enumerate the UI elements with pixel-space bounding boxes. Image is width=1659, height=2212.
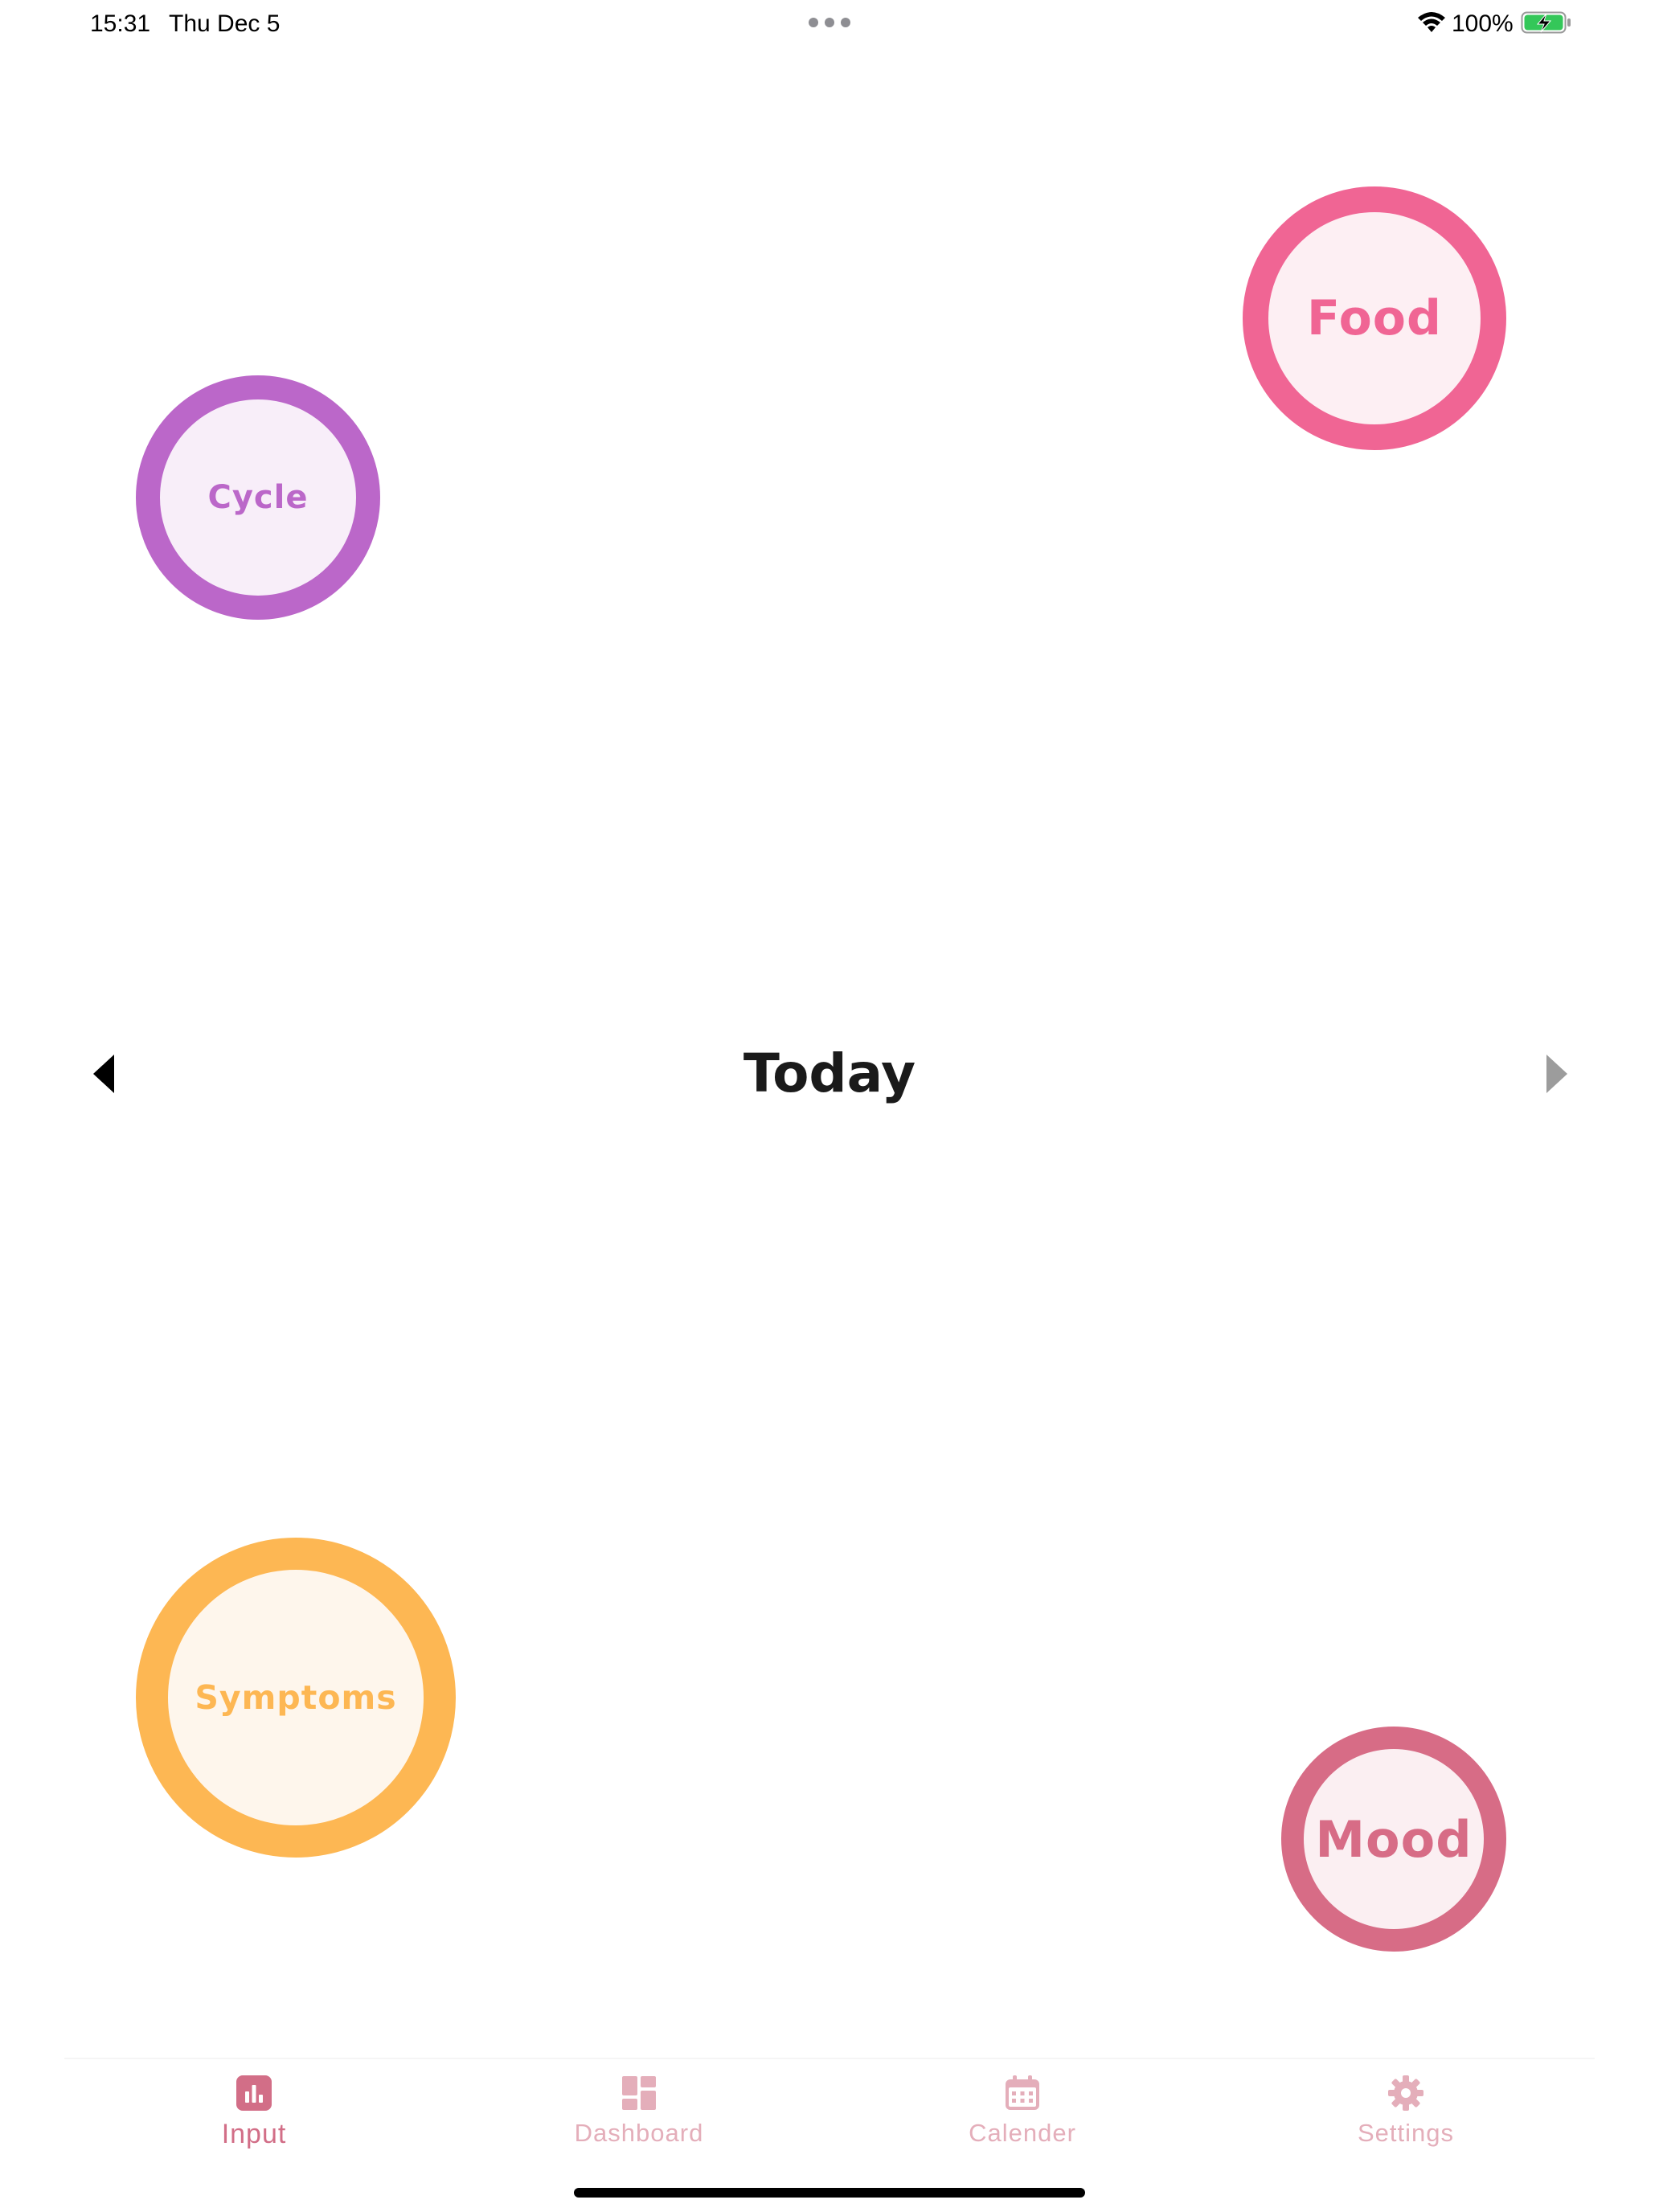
date-title: Today: [743, 1043, 916, 1104]
triangle-right-icon: [1546, 1055, 1567, 1093]
gear-icon: [1388, 2075, 1423, 2111]
tab-dashboard[interactable]: Dashboard: [518, 2071, 760, 2159]
symptoms-button[interactable]: Symptoms: [136, 1538, 456, 1858]
battery-percent: 100%: [1452, 10, 1514, 37]
tab-calender[interactable]: Calender: [902, 2071, 1143, 2159]
status-date: Thu Dec 5: [169, 10, 281, 37]
tab-input-label: Input: [221, 2119, 287, 2149]
symptoms-label: Symptoms: [195, 1678, 397, 1717]
battery-charging-icon: [1521, 11, 1571, 34]
chart-bar-icon: [236, 2075, 272, 2111]
next-day-button[interactable]: [1542, 1053, 1571, 1095]
mood-button[interactable]: Mood: [1281, 1727, 1506, 1952]
tabbar-divider: [64, 2058, 1595, 2059]
tab-calender-label: Calender: [969, 2119, 1076, 2147]
dashboard-grid-icon: [622, 2076, 656, 2110]
food-button[interactable]: Food: [1243, 186, 1506, 450]
food-label: Food: [1307, 290, 1442, 346]
tab-input[interactable]: Input: [133, 2071, 375, 2159]
calendar-icon: [1006, 2075, 1039, 2110]
cycle-label: Cycle: [207, 479, 309, 516]
cycle-button[interactable]: Cycle: [136, 375, 380, 620]
home-indicator[interactable]: [574, 2188, 1085, 2198]
mood-label: Mood: [1315, 1809, 1473, 1869]
more-dots-icon[interactable]: [807, 16, 852, 29]
wifi-icon: [1418, 12, 1445, 32]
app-screen: 15:31 Thu Dec 5 100% Cycle Food Symptoms…: [0, 0, 1659, 2212]
status-time: 15:31: [90, 10, 151, 37]
triangle-left-icon: [93, 1055, 114, 1093]
tab-dashboard-label: Dashboard: [574, 2119, 704, 2147]
previous-day-button[interactable]: [90, 1053, 119, 1095]
tab-settings[interactable]: Settings: [1285, 2071, 1526, 2159]
tab-settings-label: Settings: [1357, 2119, 1454, 2147]
